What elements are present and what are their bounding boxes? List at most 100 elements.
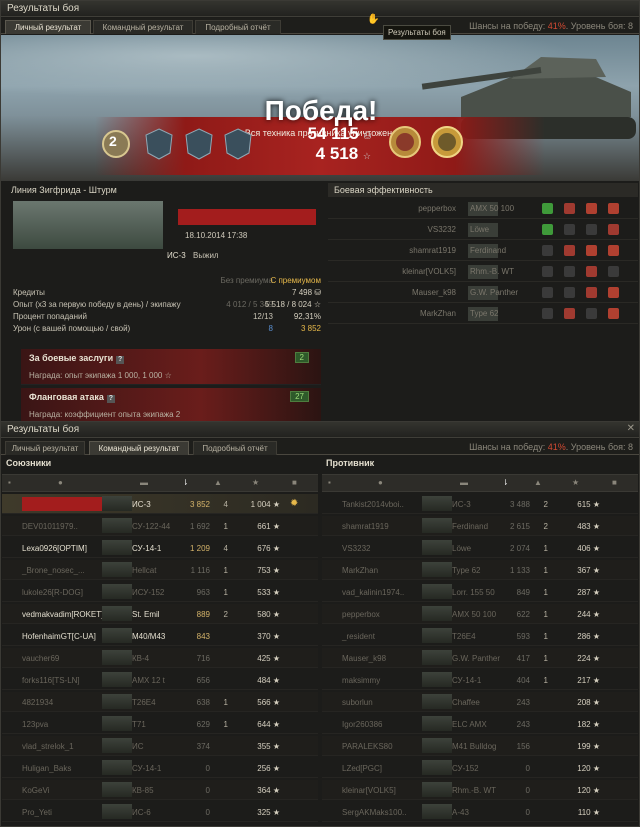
table-row[interactable]: MarkZhan Type 62 1 133 1 367 ★ [322,560,638,580]
kill-icon[interactable] [608,245,619,256]
kills-value: 4 [223,500,228,509]
table-row[interactable]: HofenhaimGT[C-UA] M40/M43 843 370 ★ [2,626,318,646]
tab-personal-result[interactable]: Личный результат [5,20,91,34]
damage-sort-icon[interactable]: ⇂ [182,478,189,487]
damage-icon[interactable] [564,287,575,298]
crit-icon[interactable] [586,224,597,235]
table-row[interactable]: shamrat1919 Ferdinand 2 615 2 483 ★ [322,516,638,536]
allies-column-header[interactable]: ▪ ● ▬ ⇂ ▲ ★ ■ [2,474,318,492]
crit-icon[interactable] [586,203,597,214]
efficiency-row[interactable]: VS3232 Löwe [328,220,638,240]
crit-icon[interactable] [586,308,597,319]
kill-icon[interactable] [608,287,619,298]
vehicle-image [102,782,132,797]
table-row[interactable]: Mauser_k98 G.W. Panther 417 1 224 ★ [322,648,638,668]
table-row[interactable]: forks116[TS-LN] AMX 12 t 656 484 ★ [2,670,318,690]
efficiency-row[interactable]: kleinar[VOLK5] Rhm.-B. WT [328,262,638,282]
table-row[interactable]: vlad_strelok_1 ИС 374 355 ★ [2,736,318,756]
medal-icon[interactable]: ✹ [290,498,298,509]
table-row[interactable]: vedmakvadim[ROKET] St. Emil 889 2 580 ★ [2,604,318,624]
xp-icon[interactable]: ★ [572,478,579,487]
table-row[interactable]: SergAKMaks100.. A-43 0 110 ★ [322,802,638,822]
vehicle-icon[interactable]: ▬ [460,478,468,487]
table-row[interactable]: PARALEKS80 M41 Bulldog 156 199 ★ [322,736,638,756]
table-row[interactable]: _Brone_nosec_... Hellcat 1 116 1 753 ★ [2,560,318,580]
spotted-icon[interactable] [542,287,553,298]
spotted-icon[interactable] [542,266,553,277]
titlebar[interactable]: Результаты боя ✕ [1,422,639,438]
kills-icon[interactable]: ▲ [534,478,542,487]
squad-icon[interactable]: ▪ [328,478,331,487]
efficiency-row[interactable]: Mauser_k98 G.W. Panther [328,283,638,303]
table-row[interactable]: pepperbox AMX 50 100 622 1 244 ★ [322,604,638,624]
award-flank-attack[interactable]: Фланговая атака? 27 Награда: коэффициент… [21,388,321,424]
tab-detailed-report[interactable]: Подробный отчёт [195,20,281,34]
table-row[interactable]: maksimmy СУ-14-1 404 1 217 ★ [322,670,638,690]
table-row[interactable]: Pro_Yeti ИС-6 0 325 ★ [2,802,318,822]
titlebar[interactable]: Результаты боя [1,1,639,17]
table-row[interactable]: Lexa0926[OPTIM] СУ-14-1 1 209 4 676 ★ [2,538,318,558]
medal-col-icon[interactable]: ■ [612,478,617,487]
kills-icon[interactable]: ▲ [214,478,222,487]
vehicle-icon[interactable]: ▬ [140,478,148,487]
table-row[interactable]: 4821934 T26E4 638 1 566 ★ [2,692,318,712]
table-row[interactable]: DEV01011979.. СУ-122-44 1 692 1 661 ★ [2,516,318,536]
damage-sort-icon[interactable]: ⇂ [502,478,509,487]
efficiency-row[interactable]: shamrat1919 Ferdinand [328,241,638,261]
table-row[interactable]: _resident T26E4 593 1 286 ★ [322,626,638,646]
award-shield-3-icon[interactable] [223,127,253,161]
crit-icon[interactable] [586,287,597,298]
damage-icon[interactable] [564,203,575,214]
tab-personal-result[interactable]: Личный результат [5,441,85,455]
table-row[interactable]: vad_kalinin1974.. Lorr. 155 50 849 1 287 ★ [322,582,638,602]
table-row[interactable]: KoGeVi КВ-85 0 364 ★ [2,780,318,800]
vehicle-name: T26E4 [452,632,476,641]
enemies-column-header[interactable]: ▪ ● ▬ ⇂ ▲ ★ ■ [322,474,638,492]
kill-icon[interactable] [608,266,619,277]
award-battle-merit[interactable]: За боевые заслуги? 2 Награда: опыт экипа… [21,349,321,385]
player-icon[interactable]: ● [378,478,383,487]
table-row[interactable]: VS3232 Löwe 2 074 1 406 ★ [322,538,638,558]
spotted-icon[interactable] [542,203,553,214]
table-row[interactable]: Tankist2014vboi.. ИС-3 3 488 2 615 ★ [322,494,638,514]
kill-icon[interactable] [608,224,619,235]
table-row[interactable]: 123pva T71 629 1 644 ★ [2,714,318,734]
kill-icon[interactable] [608,203,619,214]
medal-col-icon[interactable]: ■ [292,478,297,487]
table-row[interactable]: ИС-3 3 852 4 1 004 ★ ✹ [2,494,318,514]
spotted-icon[interactable] [542,224,553,235]
spotted-icon[interactable] [542,308,553,319]
damage-icon[interactable] [564,224,575,235]
xp-icon[interactable]: ★ [252,478,259,487]
tab-detailed-report[interactable]: Подробный отчёт [193,441,277,455]
award-shield-2-icon[interactable] [184,127,214,161]
table-row[interactable]: suborlun Chaffee 243 208 ★ [322,692,638,712]
table-row[interactable]: Huligan_Baks СУ-14-1 0 256 ★ [2,758,318,778]
help-icon[interactable]: ? [116,356,125,364]
table-row[interactable]: kleinar[VOLK5] Rhm.-B. WT 0 120 ★ [322,780,638,800]
kill-icon[interactable] [608,308,619,319]
tab-team-result[interactable]: Командный результат [89,441,189,455]
table-row[interactable]: Igor260386 ELC AMX 243 182 ★ [322,714,638,734]
efficiency-row[interactable]: pepperbox AMX 50 100 [328,199,638,219]
table-row[interactable]: vaucher69 КВ-4 716 425 ★ [2,648,318,668]
crit-icon[interactable] [586,245,597,256]
damage-icon[interactable] [564,245,575,256]
medal-1-icon[interactable] [387,123,423,161]
help-icon[interactable]: ? [106,395,115,403]
close-icon[interactable]: ✕ [627,423,635,434]
tab-team-result[interactable]: Командный результат [93,20,193,34]
award-shield-1-icon[interactable] [144,127,174,161]
player-icon[interactable]: ● [58,478,63,487]
medal-2-icon[interactable] [429,123,465,161]
squad-icon[interactable]: ▪ [8,478,11,487]
crit-icon[interactable] [586,266,597,277]
damage-value: 404 [516,676,530,685]
table-row[interactable]: LZed[PGC] СУ-152 0 120 ★ [322,758,638,778]
spotted-icon[interactable] [542,245,553,256]
vehicle-image [102,540,132,555]
efficiency-row[interactable]: MarkZhan Type 62 [328,304,638,324]
damage-icon[interactable] [564,308,575,319]
table-row[interactable]: lukole26[R-DOG] ИСУ-152 963 1 533 ★ [2,582,318,602]
damage-icon[interactable] [564,266,575,277]
